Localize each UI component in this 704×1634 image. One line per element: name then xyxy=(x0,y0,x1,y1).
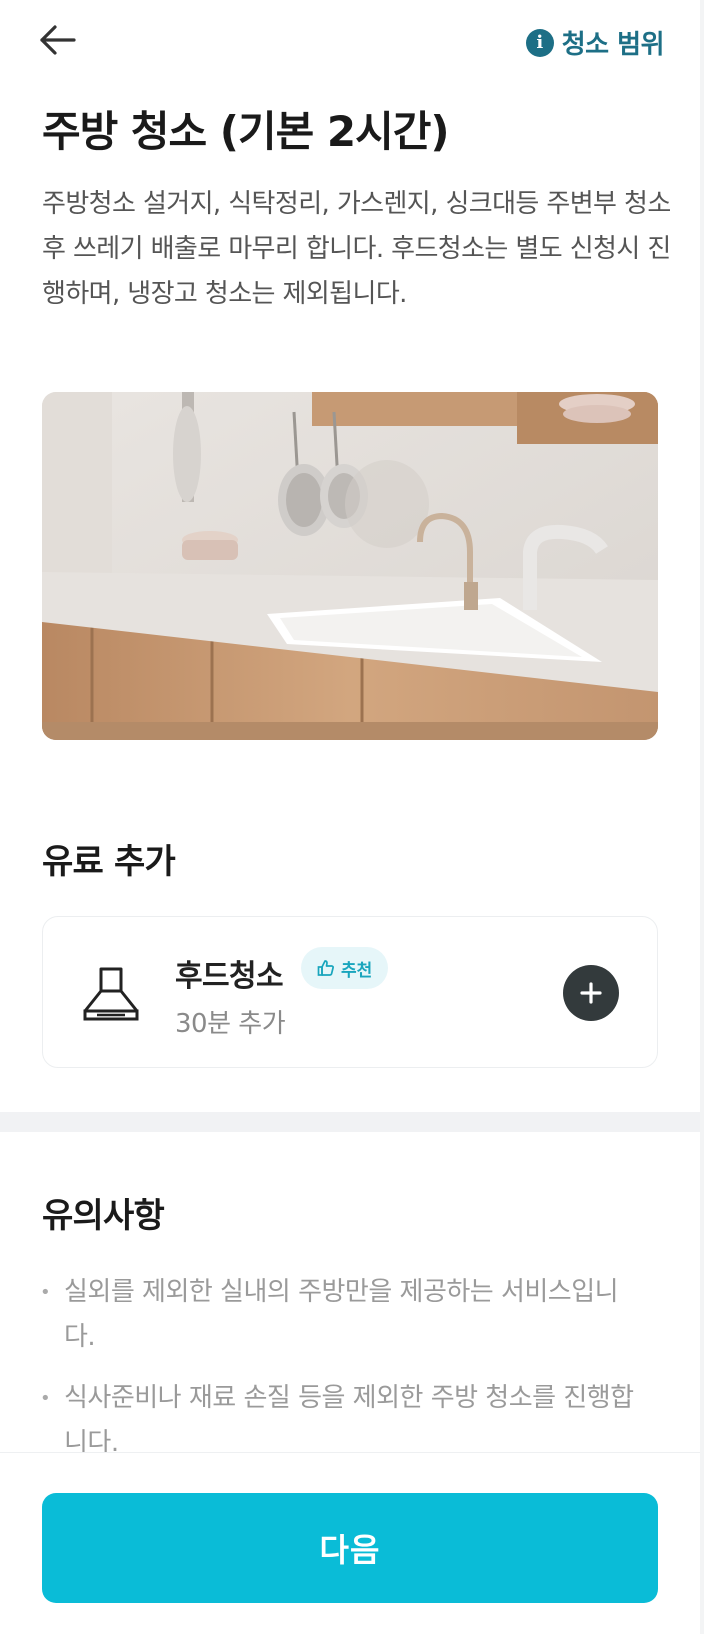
cleaning-scope-label: 청소 범위 xyxy=(561,30,665,60)
notes-section-title: 유의사항 xyxy=(42,1196,165,1236)
section-divider xyxy=(0,1112,704,1132)
recommended-badge: 추천 xyxy=(301,947,389,989)
range-hood-icon xyxy=(83,967,139,1021)
note-item: 실외를 제외한 실내의 주방만을 제공하는 서비스입니다. xyxy=(40,1270,640,1360)
info-icon: i xyxy=(525,28,554,57)
service-description: 주방청소 설거지, 식탁정리, 가스렌지, 싱크대등 주변부 청소 후 쓰레기 … xyxy=(42,189,671,309)
next-button[interactable]: 다음 xyxy=(42,1493,658,1603)
cleaning-scope-link[interactable]: i 청소 범위 xyxy=(525,24,665,61)
addon-duration: 30분 추가 xyxy=(175,1009,286,1039)
paid-addon-section-title: 유료 추가 xyxy=(42,842,176,882)
top-bar: i 청소 범위 xyxy=(0,0,704,84)
notes-list: 실외를 제외한 실내의 주방만을 제공하는 서비스입니다. 식사준비나 재료 손… xyxy=(40,1270,640,1482)
addon-name: 후드청소 xyxy=(175,959,284,994)
plus-icon xyxy=(580,982,602,1004)
thumbs-up-icon xyxy=(317,960,334,976)
back-arrow-icon[interactable] xyxy=(38,18,82,62)
hood-cleaning-addon-card[interactable]: 후드청소 추천 30분 추가 xyxy=(42,916,658,1068)
scroll-edge xyxy=(700,0,704,1634)
kitchen-image xyxy=(42,392,658,740)
bottom-action-bar: 다음 xyxy=(0,1452,704,1634)
badge-label: 추천 xyxy=(341,960,373,981)
add-hood-cleaning-button[interactable] xyxy=(563,965,619,1021)
page-title: 주방 청소 (기본 2시간) xyxy=(42,107,450,156)
